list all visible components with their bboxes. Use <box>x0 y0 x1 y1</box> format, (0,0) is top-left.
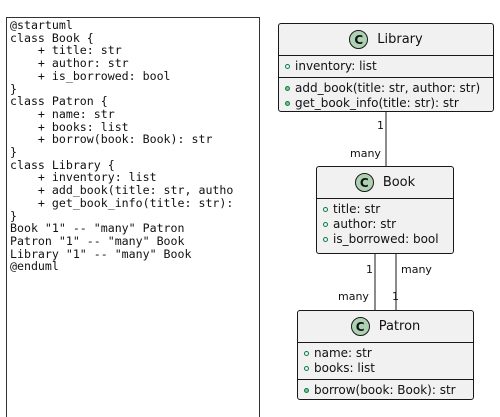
public-field-icon <box>285 64 290 69</box>
patron-book-source-multiplicity: 1 <box>392 290 399 303</box>
library-book-source-multiplicity: 1 <box>377 119 384 132</box>
attribute: name: str <box>304 346 473 361</box>
class-c-icon: C <box>350 317 370 336</box>
attribute-text: inventory: list <box>295 59 377 73</box>
attributes-section: title: str author: str is_borrowed: bool <box>317 199 453 250</box>
attribute-text: name: str <box>314 346 372 360</box>
class-patron[interactable]: C Patron name: str books: list borrow(bo… <box>297 310 474 400</box>
class-book[interactable]: C Book title: str author: str is_borrowe… <box>316 166 454 254</box>
attribute: books: list <box>304 361 473 376</box>
public-method-icon <box>285 86 290 91</box>
attribute: is_borrowed: bool <box>323 232 453 247</box>
attribute-text: books: list <box>314 361 375 375</box>
class-c-icon: C <box>349 30 369 49</box>
class-header: C Patron <box>298 311 473 343</box>
class-c-icon: C <box>354 173 374 192</box>
library-book-target-multiplicity: many <box>350 147 381 160</box>
book-patron-source-multiplicity: 1 <box>366 263 373 276</box>
method-text: add_book(title: str, author: str) <box>295 81 481 95</box>
class-name: Patron <box>378 319 421 334</box>
attribute-text: author: str <box>333 217 397 231</box>
class-header: C Book <box>317 167 453 199</box>
attribute: inventory: list <box>285 59 493 74</box>
attribute: title: str <box>323 202 453 217</box>
public-field-icon <box>323 237 328 242</box>
method-text: borrow(book: Book): str <box>314 383 456 397</box>
attribute-text: title: str <box>333 202 381 216</box>
methods-section: borrow(book: Book): str <box>298 379 473 401</box>
patron-book-target-multiplicity: many <box>401 263 432 276</box>
public-field-icon <box>304 366 309 371</box>
class-name: Library <box>377 32 423 47</box>
book-patron-target-multiplicity: many <box>338 290 369 303</box>
attributes-section: name: str books: list <box>298 343 473 379</box>
class-header: C Library <box>279 24 493 56</box>
attribute-text: is_borrowed: bool <box>333 232 439 246</box>
public-field-icon <box>323 222 328 227</box>
method: get_book_info(title: str): str <box>285 96 493 111</box>
public-method-icon <box>285 101 290 106</box>
class-library[interactable]: C Library inventory: list add_book(title… <box>278 23 494 112</box>
method: borrow(book: Book): str <box>304 383 473 398</box>
public-field-icon <box>304 351 309 356</box>
class-name: Book <box>382 175 416 190</box>
methods-section: add_book(title: str, author: str) get_bo… <box>279 77 493 114</box>
attributes-section: inventory: list <box>279 56 493 77</box>
public-field-icon <box>323 207 328 212</box>
public-method-icon <box>304 388 309 393</box>
method: add_book(title: str, author: str) <box>285 81 493 96</box>
method-text: get_book_info(title: str): str <box>295 96 459 110</box>
attribute: author: str <box>323 217 453 232</box>
